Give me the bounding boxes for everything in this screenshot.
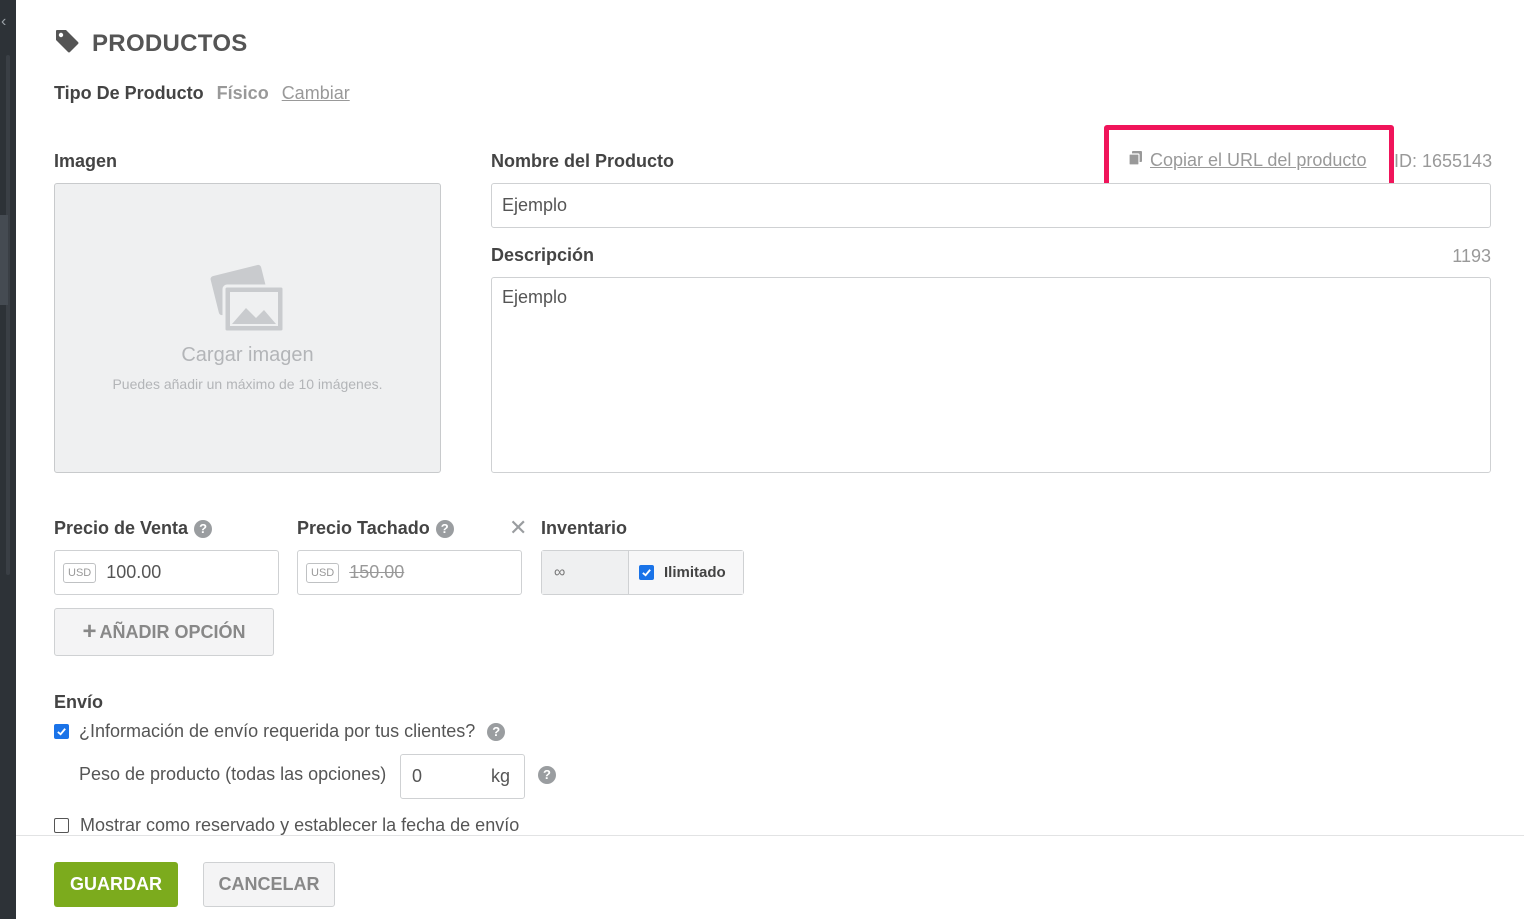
inventory-label: Inventario — [541, 518, 628, 538]
page-header: PRODUCTOS — [54, 28, 248, 59]
upload-title: Cargar imagen — [181, 344, 314, 366]
product-type-label: Tipo De Producto — [54, 83, 204, 103]
product-type: Tipo De Producto Físico Cambiar — [54, 83, 350, 104]
unlimited-checkbox[interactable] — [639, 565, 654, 580]
shipping-required-checkbox[interactable] — [54, 724, 69, 739]
currency-badge: USD — [306, 562, 340, 583]
unlimited-toggle[interactable]: Ilimitado — [629, 551, 743, 594]
rail-scroll-track — [6, 55, 10, 575]
shipping-required-row: ¿Información de envío requerida por tus … — [54, 721, 506, 742]
strike-price-label: Precio Tachado? — [297, 518, 454, 539]
sale-price-label-text: Precio de Venta — [54, 518, 189, 538]
footer-actions: GUARDAR CANCELAR — [16, 835, 1524, 919]
plus-icon: + — [82, 618, 97, 645]
shipping-label: Envío — [54, 692, 104, 712]
image-icon — [210, 264, 288, 336]
product-editor: PRODUCTOS Tipo De Producto Físico Cambia… — [16, 0, 1524, 835]
rail-active-item — [0, 215, 8, 305]
preorder-label: Mostrar como reservado y establecer la f… — [80, 815, 520, 835]
sale-price-field[interactable]: USD 100.00 — [54, 550, 279, 595]
tag-icon — [54, 28, 80, 59]
help-icon[interactable]: ? — [435, 520, 454, 539]
description-textarea[interactable]: Ejemplo — [491, 277, 1491, 473]
description-char-count: 1193 — [1452, 246, 1491, 266]
image-upload-area[interactable]: Cargar imagen Puedes añadir un máximo de… — [54, 183, 441, 473]
help-icon[interactable]: ? — [487, 722, 506, 741]
weight-label: Peso de producto (todas las opciones) — [79, 764, 387, 784]
weight-value: 0 — [412, 766, 423, 786]
cancel-button[interactable]: CANCELAR — [203, 862, 335, 907]
description-label: Descripción — [491, 245, 595, 265]
currency-badge: USD — [63, 562, 97, 583]
shipping-required-label: ¿Información de envío requerida por tus … — [79, 721, 476, 741]
product-id: ID: 1655143 — [1394, 151, 1493, 171]
inventory-field: ∞ Ilimitado — [541, 550, 744, 595]
sale-price-label: Precio de Venta? — [54, 518, 213, 539]
help-icon[interactable]: ? — [194, 520, 213, 539]
image-label: Imagen — [54, 151, 118, 171]
strike-price-label-text: Precio Tachado — [297, 518, 430, 538]
preorder-row: Mostrar como reservado y establecer la f… — [54, 815, 519, 835]
help-icon[interactable]: ? — [538, 766, 556, 784]
save-button[interactable]: GUARDAR — [54, 862, 178, 907]
weight-unit: kg — [490, 766, 510, 786]
product-name-label: Nombre del Producto — [491, 151, 675, 171]
add-option-button[interactable]: + AÑADIR OPCIÓN — [54, 608, 274, 656]
strike-price-field[interactable]: USD 150.00 — [297, 550, 522, 595]
page-title: PRODUCTOS — [92, 29, 248, 57]
add-option-label: AÑADIR OPCIÓN — [99, 621, 246, 642]
sale-price-value: 100.00 — [106, 562, 162, 582]
product-name-input[interactable] — [491, 183, 1491, 228]
product-type-value: Físico — [216, 83, 269, 103]
clear-strike-price-icon[interactable]: ✕ — [509, 515, 527, 541]
unlimited-label: Ilimitado — [664, 564, 726, 581]
upload-hint: Puedes añadir un máximo de 10 imágenes. — [112, 376, 383, 392]
strike-price-value: 150.00 — [349, 562, 405, 582]
weight-input[interactable]: 0 kg — [400, 754, 525, 799]
change-type-link[interactable]: Cambiar — [282, 83, 350, 104]
inventory-input[interactable]: ∞ — [542, 551, 629, 594]
left-rail: ‹ — [0, 0, 16, 919]
preorder-checkbox[interactable] — [54, 818, 69, 833]
chevron-left-icon[interactable]: ‹ — [1, 14, 6, 30]
